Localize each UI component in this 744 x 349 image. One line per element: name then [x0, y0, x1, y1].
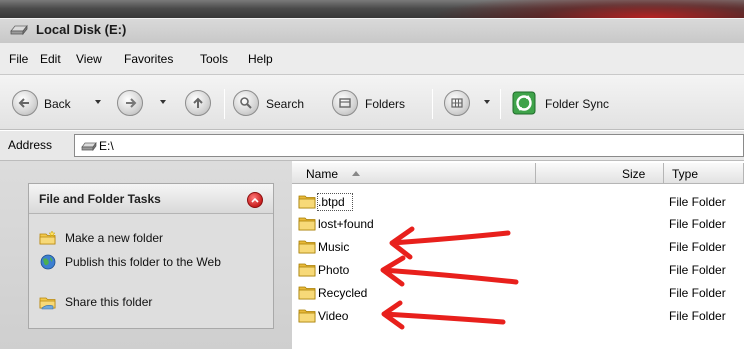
menu-bar: File Edit View Favorites Tools Help: [0, 43, 744, 75]
folders-pane-icon: [339, 98, 351, 108]
chevron-up-icon: [251, 197, 259, 203]
up-arrow-icon: [193, 97, 203, 108]
column-header-size[interactable]: Size: [536, 163, 664, 184]
toolbar: Back Search Folders Folder Sync: [0, 75, 744, 130]
address-input[interactable]: E:\: [74, 134, 744, 157]
file-type: File Folder: [669, 263, 726, 277]
folder-sync-icon[interactable]: [512, 91, 536, 115]
back-dropdown-icon[interactable]: [95, 100, 101, 104]
file-name: Photo: [318, 263, 350, 277]
folder-icon: [298, 263, 316, 277]
column-header-type[interactable]: Type: [664, 163, 744, 184]
forward-button[interactable]: [117, 90, 143, 116]
file-type: File Folder: [669, 195, 726, 209]
drive-icon: [81, 141, 97, 151]
search-icon: [240, 97, 252, 109]
drive-icon: [10, 24, 28, 36]
folders-label[interactable]: Folders: [365, 97, 405, 111]
collapse-panel-button[interactable]: [247, 192, 263, 208]
column-type-label: Type: [672, 167, 699, 181]
file-type: File Folder: [669, 309, 726, 323]
address-bar: Address E:\: [0, 131, 744, 161]
back-label[interactable]: Back: [44, 97, 71, 111]
file-name: lost+found: [318, 217, 374, 231]
task-label: Share this folder: [65, 295, 153, 309]
file-row-btpd[interactable]: .btpd File Folder: [292, 191, 744, 213]
file-folder-tasks-panel: File and Folder Tasks Make a new folder …: [28, 183, 274, 329]
column-header-name[interactable]: Name: [292, 163, 536, 184]
folder-icon: [298, 240, 316, 254]
toolbar-separator: [500, 89, 501, 119]
views-button[interactable]: [444, 90, 470, 116]
folder-icon: [298, 286, 316, 300]
folder-sync-label[interactable]: Folder Sync: [545, 97, 609, 111]
tasks-header[interactable]: File and Folder Tasks: [29, 184, 273, 214]
back-arrow-icon: [18, 98, 29, 108]
title-bar: Local Disk (E:): [0, 0, 744, 43]
search-label[interactable]: Search: [266, 97, 304, 111]
globe-icon: [40, 254, 56, 270]
file-row-lost-found[interactable]: lost+found File Folder: [292, 213, 744, 235]
toolbar-separator: [224, 89, 225, 119]
file-type: File Folder: [669, 286, 726, 300]
task-label: Make a new folder: [65, 231, 164, 245]
task-label: Publish this folder to the Web: [65, 255, 221, 269]
menu-favorites[interactable]: Favorites: [124, 52, 173, 66]
menu-view[interactable]: View: [76, 52, 102, 66]
forward-dropdown-icon[interactable]: [160, 100, 166, 104]
folder-icon: [298, 217, 316, 231]
forward-arrow-icon: [126, 98, 137, 108]
column-name-label: Name: [306, 167, 339, 181]
up-button[interactable]: [185, 90, 211, 116]
menu-edit[interactable]: Edit: [40, 52, 61, 66]
address-value: E:\: [99, 139, 114, 153]
folders-button[interactable]: [332, 90, 358, 116]
menu-file[interactable]: File: [9, 52, 28, 66]
file-type: File Folder: [669, 217, 726, 231]
tasks-title: File and Folder Tasks: [39, 192, 161, 206]
file-list: Name Size Type .btpd File Folder lost+fo…: [292, 161, 744, 349]
new-folder-icon: [39, 230, 56, 245]
menu-help[interactable]: Help: [248, 52, 273, 66]
file-name: .btpd: [318, 195, 345, 209]
toolbar-separator: [432, 89, 433, 119]
menu-tools[interactable]: Tools: [200, 52, 228, 66]
views-grid-icon: [451, 98, 463, 108]
file-name: Recycled: [318, 286, 368, 300]
sort-ascending-icon: [352, 171, 360, 176]
share-folder-icon: [39, 297, 56, 310]
task-pane: File and Folder Tasks Make a new folder …: [0, 161, 292, 349]
file-row-recycled[interactable]: Recycled File Folder: [292, 282, 744, 304]
file-name: Video: [318, 309, 349, 323]
folder-icon: [298, 195, 316, 209]
column-size-label: Size: [622, 167, 646, 181]
address-label: Address: [8, 138, 53, 152]
folder-icon: [298, 309, 316, 323]
file-row-photo[interactable]: Photo File Folder: [292, 259, 744, 281]
file-row-video[interactable]: Video File Folder: [292, 305, 744, 327]
file-name: Music: [318, 240, 350, 254]
file-type: File Folder: [669, 240, 726, 254]
views-dropdown-icon[interactable]: [484, 100, 490, 104]
back-button[interactable]: [12, 90, 38, 116]
window-title: Local Disk (E:): [36, 22, 127, 37]
file-row-music[interactable]: Music File Folder: [292, 236, 744, 258]
search-button[interactable]: [233, 90, 259, 116]
